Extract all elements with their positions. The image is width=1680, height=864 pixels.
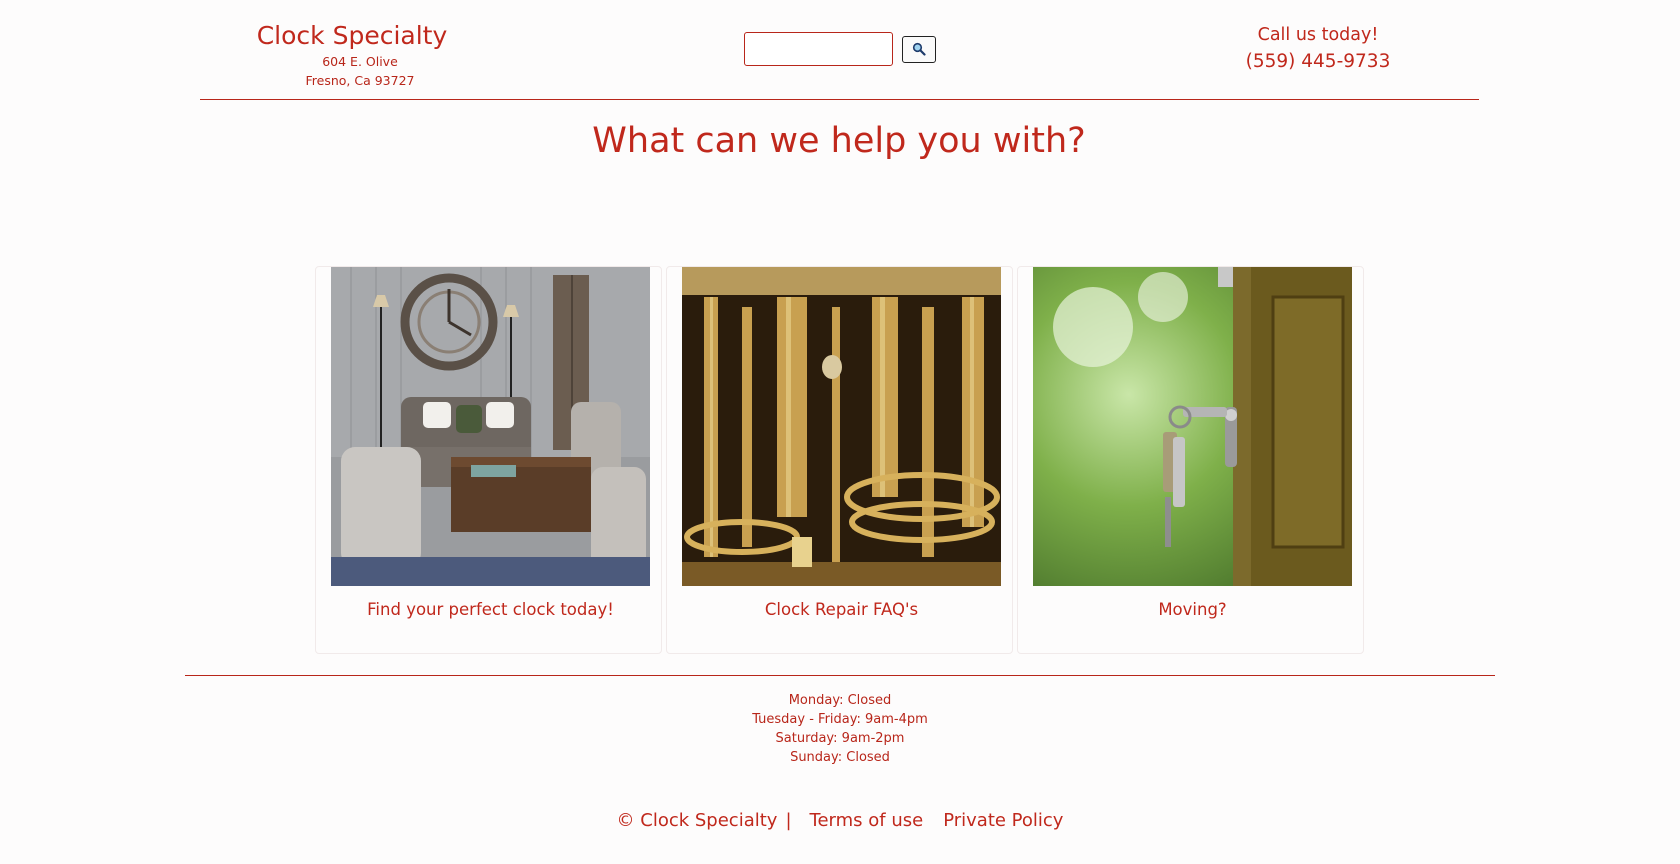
magnifier-icon bbox=[912, 42, 926, 56]
hours-monday: Monday: Closed bbox=[788, 693, 892, 708]
privacy-link[interactable]: Private Policy bbox=[943, 810, 1063, 831]
hours-saturday: Saturday: 9am-2pm bbox=[775, 731, 905, 746]
call-label: Call us today! bbox=[1257, 25, 1379, 45]
clock-mechanism-image bbox=[682, 267, 1001, 586]
living-room-image bbox=[331, 267, 650, 586]
card-repair-faq[interactable]: Clock Repair FAQ's bbox=[666, 266, 1013, 654]
hours-tuesday-friday: Tuesday - Friday: 9am-4pm bbox=[752, 712, 928, 727]
search-button[interactable] bbox=[902, 35, 936, 63]
search-input[interactable] bbox=[744, 32, 893, 66]
address-line-1: 604 E. Olive bbox=[322, 54, 398, 69]
brand-name[interactable]: Clock Specialty bbox=[192, 20, 512, 52]
page: Clock Specialty 604 E. Olive Fresno, Ca … bbox=[0, 0, 1680, 864]
keys-in-door-image bbox=[1033, 267, 1352, 586]
search-bar bbox=[744, 32, 936, 66]
phone-number[interactable]: (559) 445-9733 bbox=[1218, 48, 1418, 76]
header-divider bbox=[200, 99, 1479, 100]
brand-block: Clock Specialty 604 E. Olive Fresno, Ca … bbox=[200, 20, 520, 90]
terms-link[interactable]: Terms of use bbox=[810, 810, 924, 831]
page-title: What can we help you with? bbox=[592, 121, 1086, 161]
hours-sunday: Sunday: Closed bbox=[790, 750, 890, 765]
card-caption[interactable]: Clock Repair FAQ's bbox=[682, 598, 1001, 622]
address-line-2: Fresno, Ca 93727 bbox=[305, 73, 415, 88]
footer-separator: | bbox=[785, 810, 792, 831]
card-caption[interactable]: Find your perfect clock today! bbox=[331, 598, 650, 622]
footer: © Clock Specialty | Terms of use Private Po… bbox=[0, 808, 1680, 834]
footer-divider bbox=[185, 675, 1495, 676]
contact-block: Call us today! (559) 445-9733 bbox=[1218, 22, 1418, 76]
card-clocks[interactable]: Find your perfect clock today! bbox=[315, 266, 662, 654]
category-cards: Find your perfect clock today! Clock Rep… bbox=[315, 266, 1364, 654]
business-hours: Monday: Closed Tuesday - Friday: 9am-4pm… bbox=[0, 691, 1680, 767]
card-caption[interactable]: Moving? bbox=[1033, 598, 1352, 622]
card-moving[interactable]: Moving? bbox=[1017, 266, 1364, 654]
copyright: © Clock Specialty bbox=[616, 810, 778, 831]
